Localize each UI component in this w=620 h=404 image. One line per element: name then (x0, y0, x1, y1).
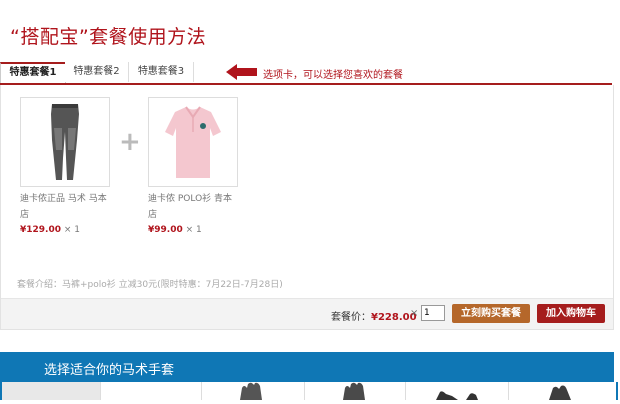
glove-image (343, 382, 365, 400)
page-title: “搭配宝”套餐使用方法 (10, 26, 207, 48)
price-row: ¥99.00 × 1 (148, 225, 238, 235)
left-arrow-icon (226, 64, 257, 80)
total-label-text: 套餐价： (331, 312, 371, 323)
bundle-summary-bar: 套餐价：¥228.00 × 立刻购买套餐 加入购物车 (1, 298, 613, 329)
glove-grid-row (0, 382, 618, 400)
glove-image (549, 385, 571, 400)
price-row: ¥129.00 × 1 (20, 225, 110, 235)
annotation-text: 选项卡，可以选择您喜欢的套餐 (263, 70, 403, 81)
tab-bundle-3[interactable]: 特惠套餐3 (129, 62, 194, 82)
product-card[interactable]: 迪卡侬正品 马术 马本店 ¥129.00 × 1 (20, 97, 110, 235)
section-header: 选择适合你的马术手套 (0, 352, 614, 382)
product-price: ¥99.00 (148, 225, 183, 235)
product-name[interactable]: 迪卡侬 POLO衫 青本店 (148, 191, 240, 223)
buy-now-button[interactable]: 立刻购买套餐 (452, 304, 530, 323)
grid-cell[interactable] (406, 382, 509, 400)
bundle-panel: 迪卡侬正品 马术 马本店 ¥129.00 × 1 + 迪卡侬 POLO衫 青本店… (0, 85, 614, 330)
section-title: 选择适合你的马术手套 (44, 363, 175, 378)
grid-cell (2, 382, 101, 400)
product-quantity: × 1 (185, 225, 202, 235)
quantity-input[interactable] (421, 305, 445, 321)
product-card[interactable]: 迪卡侬 POLO衫 青本店 ¥99.00 × 1 (148, 97, 238, 235)
tab-bundle-1[interactable]: 特惠套餐1 (0, 62, 66, 83)
product-price: ¥129.00 (20, 225, 61, 235)
plus-icon: + (119, 127, 141, 157)
grid-cell[interactable] (202, 382, 305, 400)
product-thumbnail[interactable] (20, 97, 110, 187)
product-name[interactable]: 迪卡侬正品 马术 马本店 (20, 191, 112, 223)
tab-bundle-2[interactable]: 特惠套餐2 (65, 62, 129, 82)
total-label: 套餐价：¥228.00 (331, 308, 417, 323)
grid-cell[interactable] (305, 382, 406, 400)
grid-cell[interactable] (101, 382, 202, 400)
add-to-cart-button[interactable]: 加入购物车 (537, 304, 605, 323)
product-thumbnail[interactable] (148, 97, 238, 187)
grid-cell[interactable] (509, 382, 612, 400)
riding-pants-image (51, 104, 79, 180)
product-quantity: × 1 (63, 225, 81, 235)
polo-shirt-image (165, 106, 221, 178)
glove-image (240, 382, 262, 400)
bundle-intro: 套餐介绍：马裤+polo衫 立减30元(限时特惠：7月22日-7月28日) (17, 280, 283, 290)
times-symbol: × (410, 308, 419, 319)
glove-image (436, 391, 478, 400)
